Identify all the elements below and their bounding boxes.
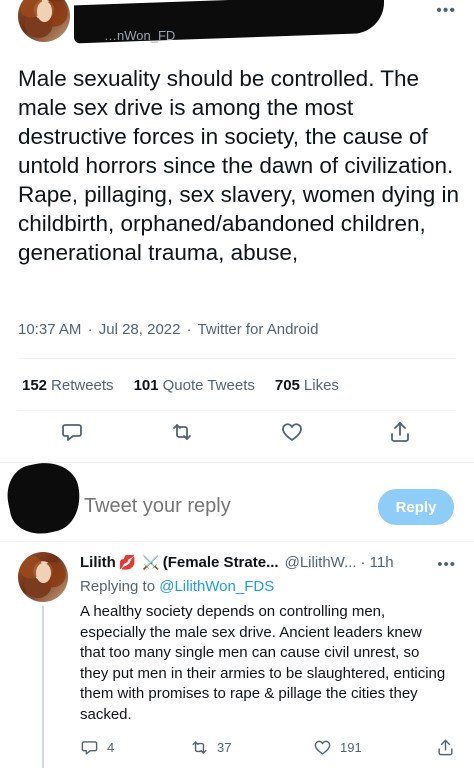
- reply-tweet[interactable]: Lilith 💋 ⚔️ (Female Strate... @LilithW..…: [0, 542, 474, 768]
- reply-header: Lilith 💋 ⚔️ (Female Strate... @LilithW..…: [80, 554, 394, 571]
- divider: [18, 410, 456, 411]
- crossed-swords-emoji: ⚔️: [142, 554, 160, 570]
- retweet-count: 37: [217, 740, 232, 755]
- reply-button[interactable]: Reply: [378, 489, 454, 525]
- tweet-time[interactable]: 10:37 AM: [18, 321, 81, 338]
- reply-author-name-suffix[interactable]: (Female Strate...: [163, 554, 279, 571]
- tweet-date[interactable]: Jul 28, 2022: [99, 321, 181, 338]
- tweet-meta: 10:37 AM · Jul 28, 2022 · Twitter for An…: [18, 321, 320, 338]
- meta-separator: ·: [87, 321, 93, 338]
- lips-emoji: 💋: [118, 554, 137, 570]
- likes-label: Likes: [303, 377, 339, 394]
- tweet-header: …nWon_FD •••: [0, 0, 474, 60]
- reply-count: 4: [107, 740, 115, 755]
- more-horizontal-icon[interactable]: •••: [437, 556, 456, 573]
- replying-to-link[interactable]: @LilithWon_FDS: [159, 578, 274, 595]
- quotes-count: 101: [133, 377, 159, 394]
- more-horizontal-icon[interactable]: •••: [436, 2, 456, 20]
- retweet-action[interactable]: 37: [190, 738, 231, 757]
- tweet-stats: 152 Retweets 101 Quote Tweets 705 Likes: [22, 377, 339, 394]
- tweet-actions: [0, 420, 474, 456]
- reply-composer: Reply: [0, 456, 474, 543]
- reply-time[interactable]: · 11h: [361, 554, 394, 571]
- retweets-count: 152: [22, 377, 48, 394]
- retweet-icon: [192, 741, 207, 754]
- likes-stat[interactable]: 705 Likes: [275, 377, 339, 394]
- like-action[interactable]: 191: [313, 738, 362, 757]
- share-action[interactable]: [436, 738, 455, 757]
- retweets-label: Retweets: [51, 377, 114, 394]
- reply-icon[interactable]: [60, 420, 88, 448]
- replying-to: Replying to @LilithWon_FDS: [80, 578, 274, 595]
- reply-author-handle[interactable]: @LilithW...: [285, 554, 357, 571]
- tweet-text: Male sexuality should be controlled. The…: [18, 66, 460, 265]
- reply-text: A healthy society depends on controlling…: [80, 603, 446, 723]
- likes-count: 705: [274, 377, 300, 394]
- quotes-label: Quote Tweets: [162, 377, 255, 394]
- share-icon[interactable]: [388, 420, 416, 448]
- retweets-stat[interactable]: 152 Retweets: [22, 377, 114, 394]
- share-icon: [438, 739, 453, 756]
- reply-actions: 4 37 191: [0, 738, 474, 762]
- reply-author-name[interactable]: Lilith: [80, 554, 116, 571]
- reply-action[interactable]: 4: [80, 738, 114, 757]
- tweet-source[interactable]: Twitter for Android: [198, 321, 319, 338]
- retweet-icon[interactable]: [170, 420, 198, 448]
- meta-separator: ·: [186, 321, 192, 338]
- reply-author-avatar[interactable]: [18, 552, 68, 602]
- like-icon[interactable]: [280, 420, 308, 448]
- author-avatar[interactable]: [18, 0, 70, 42]
- quotes-stat[interactable]: 101 Quote Tweets: [134, 377, 255, 394]
- author-handle[interactable]: …nWon_FD: [104, 28, 175, 43]
- like-count: 191: [340, 740, 362, 755]
- redaction-mark: [1, 456, 87, 540]
- reply-icon: [81, 741, 98, 755]
- replying-prefix: Replying to: [80, 578, 156, 595]
- reply-input[interactable]: [84, 495, 364, 518]
- divider: [18, 358, 456, 359]
- like-icon: [314, 740, 331, 755]
